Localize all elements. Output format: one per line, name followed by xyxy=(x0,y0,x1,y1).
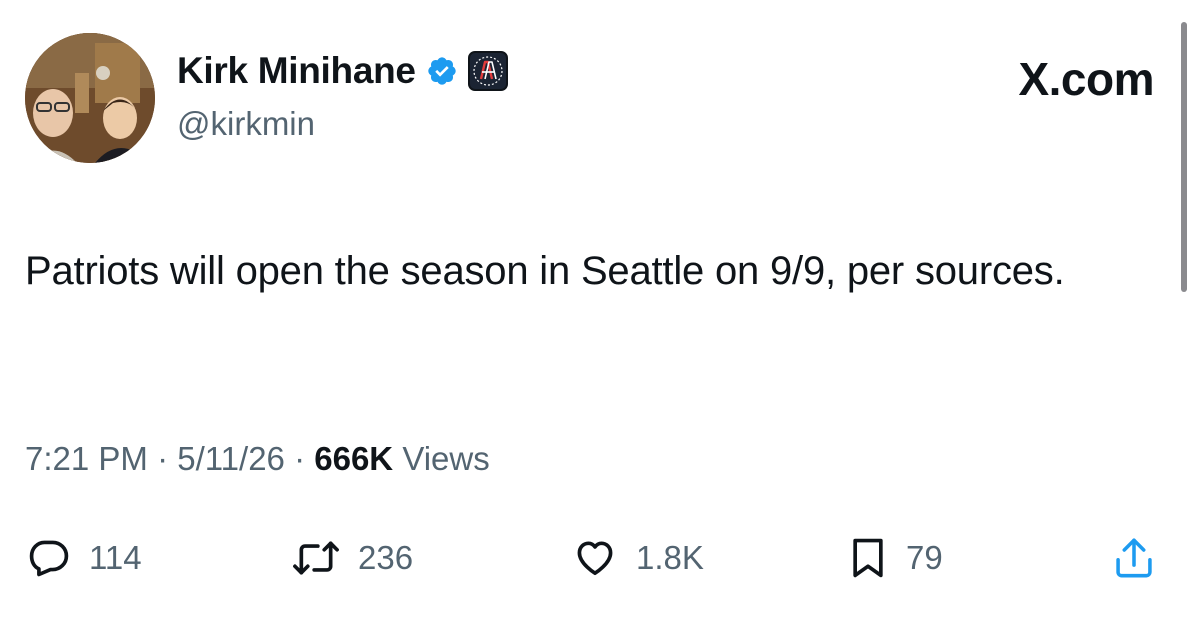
repost-button[interactable]: 236 xyxy=(292,528,413,588)
tweet-metadata: 7:21 PM · 5/11/26 · 666K Views xyxy=(25,440,490,478)
tweet-text: Patriots will open the season in Seattle… xyxy=(25,249,1065,293)
share-icon xyxy=(1116,538,1152,578)
scrollbar[interactable] xyxy=(1181,22,1187,292)
avatar-photo xyxy=(25,33,155,163)
reply-icon xyxy=(29,540,69,577)
bookmark-count: 79 xyxy=(906,539,943,576)
bookmark-button[interactable]: 79 xyxy=(848,528,943,588)
avatar[interactable] xyxy=(25,33,155,163)
repost-icon xyxy=(293,541,339,575)
site-logo: X.com xyxy=(1018,53,1154,105)
like-button[interactable]: 1.8K xyxy=(572,528,704,588)
reply-count: 114 xyxy=(89,539,142,576)
repost-count: 236 xyxy=(358,539,414,576)
share-button[interactable] xyxy=(1112,528,1156,588)
author-handle[interactable]: @kirkmin xyxy=(177,105,315,143)
views-label: Views xyxy=(402,440,490,477)
barstool-affiliate-icon[interactable] xyxy=(467,51,508,91)
meta-separator: · xyxy=(294,440,306,477)
tweet-date[interactable]: 5/11/26 xyxy=(177,440,285,477)
bookmark-icon xyxy=(853,538,883,578)
like-count: 1.8K xyxy=(636,539,704,576)
meta-separator: · xyxy=(157,440,169,477)
heart-icon xyxy=(577,541,613,576)
views-count: 666K xyxy=(314,440,394,477)
verified-badge-icon xyxy=(426,55,458,87)
reply-button[interactable]: 114 xyxy=(27,528,142,588)
action-bar: 114 236 1.8K 79 xyxy=(0,528,1200,588)
tweet-time[interactable]: 7:21 PM xyxy=(25,440,148,477)
author-name[interactable]: Kirk Minihane xyxy=(177,50,416,92)
